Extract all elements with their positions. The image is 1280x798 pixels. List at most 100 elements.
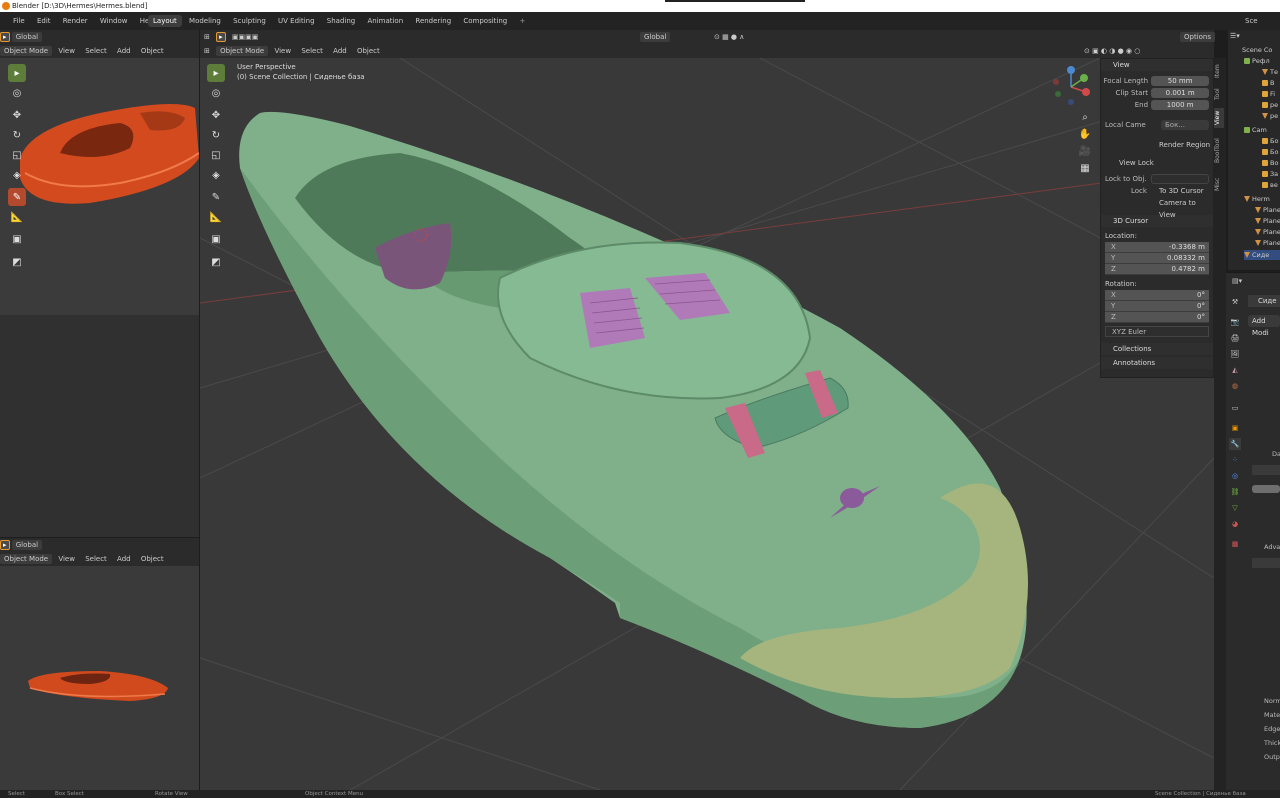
- render-props-icon[interactable]: 📷: [1229, 316, 1241, 328]
- tool-transform-icon[interactable]: ◈: [8, 166, 26, 184]
- camera-view-icon[interactable]: 🎥: [1078, 144, 1092, 158]
- editor-type-icon-2[interactable]: ⊞: [200, 44, 214, 58]
- annotations-panel-header[interactable]: Annotations: [1101, 357, 1213, 369]
- output-subpanel[interactable]: Outp: [1264, 753, 1280, 761]
- menu-edit[interactable]: Edit: [32, 12, 56, 30]
- tool-add-cube-icon[interactable]: ▣: [8, 230, 26, 248]
- outliner-item[interactable]: Herm: [1244, 194, 1280, 204]
- tool-cursor-icon[interactable]: ◎: [8, 84, 26, 102]
- tool-measure-icon[interactable]: 📐: [8, 208, 26, 226]
- tool-scale-icon[interactable]: ◱: [8, 146, 26, 164]
- tool-move-icon[interactable]: ✥: [8, 106, 26, 124]
- clip-start-field[interactable]: 0.001 m: [1151, 88, 1209, 98]
- menu-window[interactable]: Window: [95, 12, 133, 30]
- cursor-rot-z-field[interactable]: Z 0°: [1105, 312, 1209, 323]
- menu-select-main[interactable]: Select: [297, 44, 327, 58]
- particles-props-icon[interactable]: ⁘: [1229, 454, 1241, 466]
- tool-annotate-icon[interactable]: ✎: [8, 188, 26, 206]
- tab-item[interactable]: Item: [1214, 62, 1224, 80]
- data-subpanel[interactable]: Data: [1272, 450, 1280, 458]
- rotation-mode-select[interactable]: XYZ Euler: [1105, 326, 1209, 337]
- tab-tool[interactable]: Tool: [1214, 86, 1224, 102]
- physics-props-icon[interactable]: ◎: [1229, 470, 1241, 482]
- tab-sculpting[interactable]: Sculpting: [228, 12, 271, 30]
- add-modifier-button[interactable]: Add Modi: [1248, 315, 1280, 337]
- main-tool-extra-icon[interactable]: ◩: [207, 253, 225, 271]
- texture-props-icon[interactable]: ▩: [1229, 538, 1241, 550]
- tab-booltool[interactable]: BoolTool: [1214, 134, 1224, 168]
- outliner-item[interactable]: Cam: [1244, 125, 1280, 135]
- menu-select-2[interactable]: Select: [81, 552, 111, 566]
- ortho-toggle-icon[interactable]: ▦: [1078, 161, 1092, 175]
- zoom-view-icon[interactable]: ⌕: [1078, 110, 1092, 124]
- select-tool-icon[interactable]: ▸: [216, 32, 226, 42]
- advanced-subpanel[interactable]: Adva: [1264, 543, 1280, 551]
- main-viewport[interactable]: User Perspective (0) Scene Collection | …: [200, 58, 1214, 790]
- outliner-item[interactable]: Те: [1262, 67, 1280, 77]
- outliner-item[interactable]: ве: [1262, 180, 1280, 190]
- transform-orientation-select-main[interactable]: Global: [640, 32, 671, 42]
- clip-end-field[interactable]: 1000 m: [1151, 100, 1209, 110]
- view-lock-header[interactable]: View Lock: [1119, 157, 1154, 169]
- lock-to-3d-cursor-checkbox[interactable]: To 3D Cursor: [1159, 185, 1204, 197]
- properties-type-icon[interactable]: ▤▾: [1232, 277, 1242, 285]
- outliner-item[interactable]: ре: [1262, 111, 1280, 121]
- view-layer-props-icon[interactable]: 🖼: [1229, 348, 1241, 360]
- select-box-tool-icon[interactable]: ▸: [0, 32, 10, 42]
- tool-extra-icon[interactable]: ◩: [8, 253, 26, 271]
- left-top-viewport[interactable]: ▸ ◎ ✥ ↻ ◱ ◈ ✎ 📐 ▣ ◩: [0, 58, 199, 315]
- outliner-item[interactable]: В: [1262, 78, 1280, 88]
- thickness-subpanel[interactable]: Thick: [1264, 739, 1280, 747]
- edge-subpanel[interactable]: Edge: [1264, 725, 1280, 733]
- main-tool-select-icon[interactable]: ▸: [207, 64, 225, 82]
- add-workspace-button[interactable]: +: [515, 12, 531, 30]
- cursor-z-field[interactable]: Z 0.4782 m: [1105, 264, 1209, 275]
- collections-panel-header[interactable]: Collections: [1101, 343, 1213, 355]
- mode-select[interactable]: Object Mode: [0, 46, 53, 56]
- menu-file[interactable]: File: [8, 12, 30, 30]
- tab-compositing[interactable]: Compositing: [458, 12, 512, 30]
- transform-orientation-select-2[interactable]: Global: [11, 540, 43, 550]
- modifier-props-icon[interactable]: 🔧: [1229, 438, 1241, 450]
- main-tool-rotate-icon[interactable]: ↻: [207, 126, 225, 144]
- outliner-item[interactable]: ре: [1262, 100, 1280, 110]
- menu-view-2[interactable]: View: [54, 552, 79, 566]
- cursor-rot-y-field[interactable]: Y 0°: [1105, 301, 1209, 312]
- menu-view[interactable]: View: [54, 44, 79, 58]
- tab-misc[interactable]: Misc: [1214, 176, 1224, 192]
- menu-select[interactable]: Select: [81, 44, 111, 58]
- main-tool-add-cube-icon[interactable]: ▣: [207, 230, 225, 248]
- mode-select-main[interactable]: Object Mode: [216, 46, 269, 56]
- tool-select-icon[interactable]: ▸: [8, 64, 26, 82]
- tab-animation[interactable]: Animation: [362, 12, 408, 30]
- snapping-icon[interactable]: ⊙ ▦ ● ∧: [710, 30, 748, 44]
- editor-type-icon[interactable]: ⊞: [200, 30, 214, 44]
- menu-object-main[interactable]: Object: [353, 44, 384, 58]
- cursor-y-field[interactable]: Y 0.08332 m: [1105, 253, 1209, 264]
- select-box-tool-icon-2[interactable]: ▸: [0, 540, 10, 550]
- object-name-field[interactable]: Сиде: [1248, 295, 1280, 307]
- view-panel-header[interactable]: View: [1101, 59, 1213, 71]
- main-tool-transform-icon[interactable]: ◈: [207, 166, 225, 184]
- menu-add-2[interactable]: Add: [113, 552, 135, 566]
- menu-add[interactable]: Add: [113, 44, 135, 58]
- render-region-checkbox[interactable]: Render Region: [1159, 139, 1210, 151]
- normals-subpanel[interactable]: Norm: [1264, 697, 1280, 705]
- menu-object[interactable]: Object: [137, 44, 168, 58]
- menu-object-2[interactable]: Object: [137, 552, 168, 566]
- outliner-item-selected[interactable]: Сиде: [1244, 250, 1280, 260]
- outliner-item[interactable]: За: [1262, 169, 1280, 179]
- collection-props-icon[interactable]: ▭: [1229, 402, 1241, 414]
- tool-rotate-icon[interactable]: ↻: [8, 126, 26, 144]
- world-props-icon[interactable]: ◍: [1229, 380, 1241, 392]
- data-props-icon[interactable]: ▽: [1229, 502, 1241, 514]
- transform-orientation-select[interactable]: Global: [11, 32, 43, 42]
- material-props-icon[interactable]: ◕: [1229, 518, 1241, 530]
- camera-to-view-checkbox[interactable]: Camera to View: [1159, 197, 1213, 221]
- menu-add-main[interactable]: Add: [329, 44, 351, 58]
- tab-modeling[interactable]: Modeling: [184, 12, 226, 30]
- main-tool-scale-icon[interactable]: ◱: [207, 146, 225, 164]
- local-camera-field[interactable]: Бок...: [1161, 120, 1209, 130]
- main-tool-move-icon[interactable]: ✥: [207, 106, 225, 124]
- select-modes-icon[interactable]: ▣▣▣▣: [228, 30, 262, 44]
